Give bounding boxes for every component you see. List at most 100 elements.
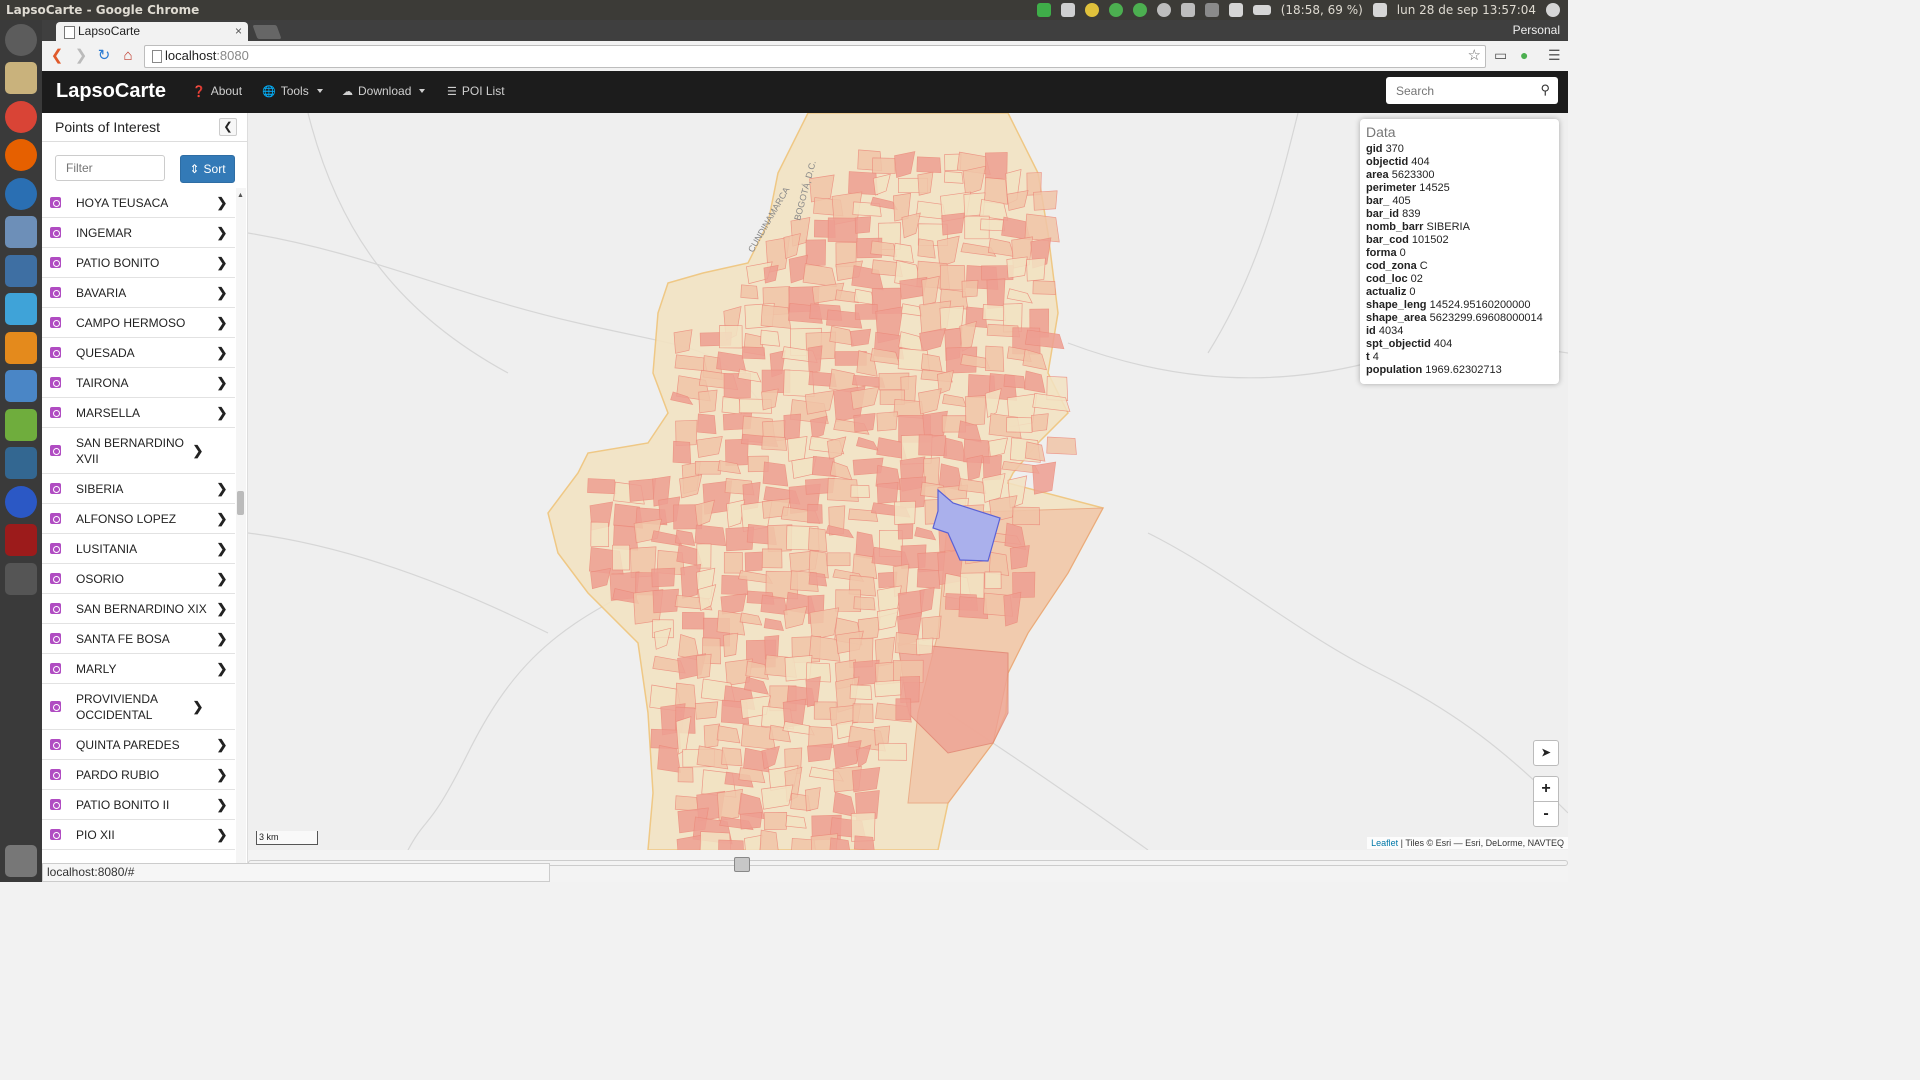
nav-about[interactable]: ❓ About	[192, 84, 242, 98]
chevron-right-icon[interactable]: ❯	[215, 631, 229, 647]
bookmark-star-icon[interactable]: ☆	[1468, 46, 1481, 64]
poi-list-item[interactable]: SIBERIA ❯	[42, 474, 235, 504]
poi-list-item[interactable]: SANTA FE BOSA ❯	[42, 624, 235, 654]
bluetooth-icon[interactable]	[1204, 3, 1219, 17]
zoom-out-button[interactable]: -	[1533, 801, 1559, 827]
chevron-right-icon[interactable]: ❯	[215, 255, 229, 271]
poi-list-item[interactable]: MARSELLA ❯	[42, 398, 235, 428]
chevron-right-icon[interactable]: ❯	[215, 195, 229, 211]
wine-icon[interactable]	[5, 524, 37, 556]
zoom-in-button[interactable]: +	[1533, 776, 1559, 802]
chevron-right-icon[interactable]: ❯	[215, 481, 229, 497]
chevron-right-icon[interactable]: ❯	[191, 699, 205, 715]
chrome-launcher-icon[interactable]	[5, 101, 37, 133]
nav-tools[interactable]: 🌐 Tools	[262, 84, 323, 98]
poi-list-item[interactable]: LUSITANIA ❯	[42, 534, 235, 564]
nav-download[interactable]: ☁ Download	[342, 84, 426, 98]
chevron-right-icon[interactable]: ❯	[215, 225, 229, 241]
tab-close-icon[interactable]: ×	[235, 22, 242, 41]
firefox-icon[interactable]	[5, 139, 37, 171]
chevron-right-icon[interactable]: ❯	[215, 541, 229, 557]
poi-list-item[interactable]: MARLY ❯	[42, 654, 235, 684]
poi-list-item[interactable]: HOYA TEUSACA ❯	[42, 188, 235, 218]
sidebar-scrollbar[interactable]: ▲	[236, 188, 246, 863]
new-tab-button[interactable]	[252, 25, 282, 39]
search-icon[interactable]: ⚲	[1540, 82, 1550, 98]
leaflet-link[interactable]: Leaflet	[1371, 838, 1398, 848]
browser-tab[interactable]: LapsoCarte ×	[56, 22, 248, 41]
webstorm-icon[interactable]	[5, 293, 37, 325]
address-bar[interactable]: localhost:8080 ☆	[144, 45, 1486, 68]
network-tool-icon[interactable]	[5, 486, 37, 518]
qgis-icon[interactable]	[5, 409, 37, 441]
app-brand[interactable]: LapsoCarte	[56, 80, 166, 103]
poi-list-item[interactable]: TAIRONA ❯	[42, 368, 235, 398]
poi-list-item[interactable]: INGEMAR ❯	[42, 218, 235, 248]
chevron-right-icon[interactable]: ❯	[215, 601, 229, 617]
chevron-right-icon[interactable]: ❯	[215, 405, 229, 421]
poi-list-item[interactable]: CAMPO HERMOSO ❯	[42, 308, 235, 338]
chevron-right-icon[interactable]: ❯	[215, 767, 229, 783]
messaging-icon[interactable]	[1132, 3, 1147, 17]
scroll-up-icon[interactable]: ▲	[237, 192, 244, 199]
extension-icon[interactable]: ●	[1520, 47, 1528, 63]
chevron-right-icon[interactable]: ❯	[215, 797, 229, 813]
poi-list-item[interactable]: BAVARIA ❯	[42, 278, 235, 308]
workspace-icon[interactable]	[5, 563, 37, 595]
menu-icon[interactable]: ☰	[1548, 47, 1561, 64]
nav-poi-list[interactable]: ☰ POI List	[447, 84, 505, 98]
scroll-thumb[interactable]	[734, 857, 750, 872]
cast-icon[interactable]: ▭	[1494, 47, 1507, 64]
forward-icon[interactable]: ❯	[72, 47, 90, 65]
back-icon[interactable]: ❮	[48, 47, 66, 65]
poi-list-item[interactable]: QUINTA PAREDES ❯	[42, 730, 235, 760]
chevron-right-icon[interactable]: ❯	[215, 375, 229, 391]
poi-list-item[interactable]: PATIO BONITO II ❯	[42, 790, 235, 820]
profile-button[interactable]: Personal	[1513, 20, 1560, 41]
chevron-right-icon[interactable]: ❯	[215, 661, 229, 677]
dash-icon[interactable]	[5, 24, 37, 56]
home-icon[interactable]: ⌂	[119, 47, 137, 65]
postgresql-icon[interactable]	[5, 447, 37, 479]
thunderbird-icon[interactable]	[5, 178, 37, 210]
poi-list-item[interactable]: PARDO RUBIO ❯	[42, 760, 235, 790]
filter-input[interactable]	[55, 155, 165, 181]
chrome-icon[interactable]	[1084, 3, 1099, 17]
search-input[interactable]	[1386, 77, 1546, 104]
mail-icon[interactable]	[1228, 3, 1243, 17]
sidebar-scroll-thumb[interactable]	[237, 491, 244, 515]
sort-button[interactable]: ⇕ Sort	[180, 155, 235, 183]
chevron-right-icon[interactable]: ❯	[215, 827, 229, 843]
check-icon[interactable]	[1036, 3, 1051, 17]
poi-list-item[interactable]: SAN BERNARDINO XVII ❯	[42, 428, 235, 474]
chevron-right-icon[interactable]: ❯	[215, 345, 229, 361]
chevron-right-icon[interactable]: ❯	[191, 443, 205, 459]
chevron-right-icon[interactable]: ❯	[215, 571, 229, 587]
transfer-icon[interactable]	[1180, 3, 1195, 17]
poi-list-item[interactable]: SAN BERNARDINO XIX ❯	[42, 594, 235, 624]
volume-icon[interactable]	[1372, 3, 1387, 17]
clock[interactable]: lun 28 de sep 13:57:04	[1397, 0, 1536, 20]
files-icon[interactable]	[5, 62, 37, 94]
chevron-right-icon[interactable]: ❯	[215, 315, 229, 331]
poi-list-item[interactable]: QUESADA ❯	[42, 338, 235, 368]
remote-desktop-icon[interactable]	[5, 216, 37, 248]
locate-button[interactable]: ➤	[1533, 740, 1559, 766]
ide-icon[interactable]	[5, 370, 37, 402]
network-icon[interactable]	[1108, 3, 1123, 17]
settings-gear-icon[interactable]	[1546, 3, 1560, 17]
chevron-right-icon[interactable]: ❯	[215, 511, 229, 527]
chevron-right-icon[interactable]: ❯	[215, 285, 229, 301]
poi-list-item[interactable]: PROVIVIENDA OCCIDENTAL ❯	[42, 684, 235, 730]
trash-icon[interactable]	[5, 845, 37, 877]
chevron-right-icon[interactable]: ❯	[215, 737, 229, 753]
collapse-chevron-left-icon[interactable]: ❮	[219, 118, 237, 136]
reload-icon[interactable]: ↻	[95, 47, 113, 65]
poi-list-item[interactable]: PIO XII ❯	[42, 820, 235, 850]
calc-icon[interactable]	[5, 255, 37, 287]
draw-icon[interactable]	[5, 332, 37, 364]
battery-icon[interactable]	[1252, 5, 1271, 15]
update-icon[interactable]	[1156, 3, 1171, 17]
poi-list-item[interactable]: OSORIO ❯	[42, 564, 235, 594]
poi-list-item[interactable]: ALFONSO LOPEZ ❯	[42, 504, 235, 534]
